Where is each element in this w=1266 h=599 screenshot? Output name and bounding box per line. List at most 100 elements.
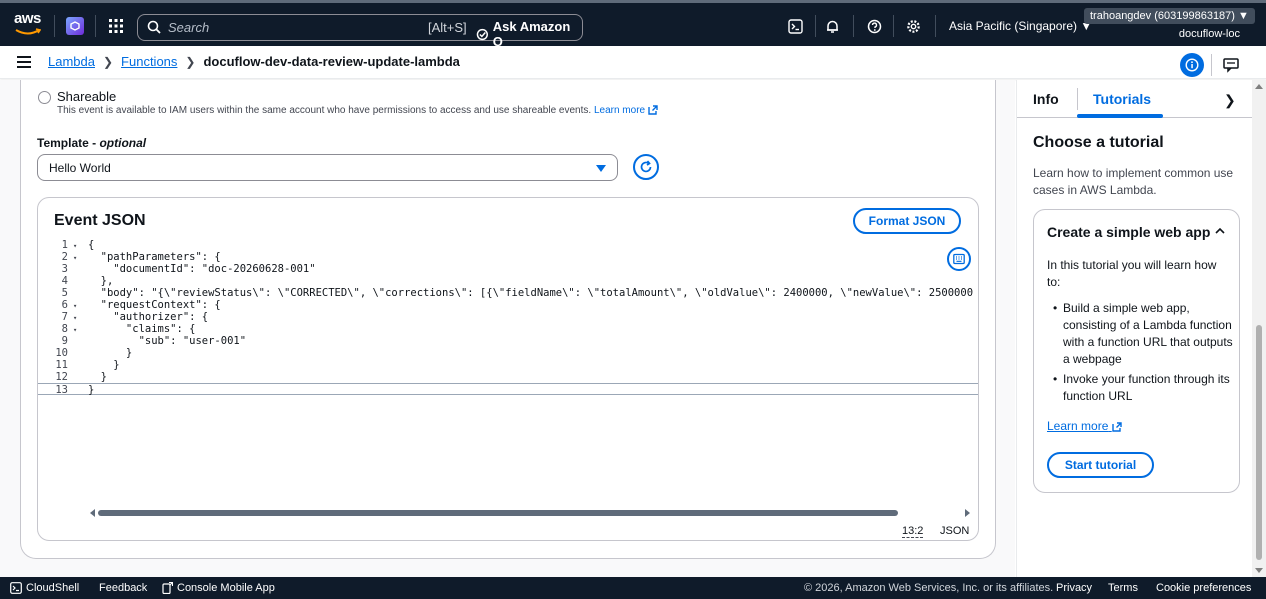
code-line-text: } [88,384,95,396]
privacy-link[interactable]: Privacy [1056,582,1092,594]
code-line[interactable]: 5 "body": "{\"reviewStatus\": \"CORRECTE… [38,287,978,299]
ask-amazon-q-button[interactable]: Ask Amazon Q [476,19,582,49]
line-number: 11 [55,359,68,371]
cookie-preferences-link[interactable]: Cookie preferences [1156,582,1251,594]
code-line-text: "authorizer": { [88,311,209,323]
code-line[interactable]: 11 } [38,359,978,371]
code-line[interactable]: 1 ▾{ [38,239,978,251]
main-content: Shareable This event is available to IAM… [0,80,1015,577]
scroll-right-arrow-icon[interactable] [965,509,970,517]
amazon-q-icon [476,28,488,40]
cloudshell-icon[interactable] [785,16,805,36]
chevron-right-icon: ❯ [102,54,114,69]
refresh-icon [640,160,652,173]
chevron-right-icon: ❯ [185,54,196,69]
editor-language: JSON [940,525,970,537]
terms-link[interactable]: Terms [1108,582,1138,594]
code-line-text: "sub": "user-001" [88,335,247,347]
aws-smile-icon [15,28,41,35]
notifications-bell-icon[interactable] [822,16,842,36]
menu-hamburger-icon[interactable] [17,56,31,68]
code-line[interactable]: 9 "sub": "user-001" [38,335,978,347]
editor-horizontal-scrollbar[interactable] [90,509,970,517]
template-label-text: Template [37,136,89,150]
scroll-thumb[interactable] [98,510,898,516]
feedback-panel-icon[interactable] [1222,56,1240,74]
search-shortcut: [Alt+S] [428,20,467,35]
test-event-card: Shareable This event is available to IAM… [20,80,996,559]
tutorial-intro: Learn how to implement common use cases … [1033,166,1234,197]
cloudshell-button[interactable]: CloudShell [10,582,79,594]
services-grid-icon[interactable] [107,17,125,35]
code-line[interactable]: 3 "documentId": "doc-20260628-001" [38,263,978,275]
console-mobile-app-link[interactable]: Console Mobile App [162,582,275,594]
tutorial-title[interactable]: Create a simple web app [1047,224,1210,240]
caret-down-icon [596,165,606,172]
code-line[interactable]: 10 } [38,347,978,359]
tutorial-card-intro: In this tutorial you will learn how to: [1047,258,1217,289]
line-number: 5 [61,287,68,299]
search-icon [147,20,161,34]
info-panel-toggle-icon[interactable] [1180,53,1204,77]
cloudshell-icon [10,582,22,594]
page-vertical-scrollbar[interactable] [1252,80,1266,577]
tab-tutorials[interactable]: Tutorials [1093,91,1151,107]
scroll-left-arrow-icon[interactable] [90,509,95,517]
tutorial-learn-more-link[interactable]: Learn more [1047,419,1122,433]
template-select-value: Hello World [49,161,111,175]
search-input[interactable]: Search [168,20,209,35]
account-menu[interactable]: trahoangdev (603199863187) ▼ [1084,8,1255,24]
code-line[interactable]: 12 } [38,371,978,383]
help-icon[interactable] [864,16,884,36]
shareable-description: This event is available to IAM users wit… [57,105,658,116]
tab-info[interactable]: Info [1033,91,1059,107]
nav-divider [95,15,96,37]
breadcrumb-functions[interactable]: Functions [121,54,177,69]
account-role-label: docuflow-loc [1178,28,1240,40]
copyright-text: © 2026, Amazon Web Services, Inc. or its… [804,582,1054,594]
cursor-position[interactable]: 13:2 [902,525,924,538]
code-line[interactable]: 6 ▾ "requestContext": { [38,299,978,311]
tab-divider [1077,88,1078,110]
footer: CloudShell Feedback Console Mobile App ©… [0,577,1266,599]
shareable-radio[interactable] [38,91,51,104]
code-line[interactable]: 13} [38,383,978,396]
aws-logo[interactable]: aws [14,11,46,39]
chevron-up-icon[interactable] [1214,225,1226,237]
code-line[interactable]: 7 ▾ "authorizer": { [38,311,978,323]
line-number: 13 [55,384,68,396]
scroll-thumb[interactable] [1256,325,1262,560]
scroll-down-arrow-icon[interactable] [1255,568,1263,573]
code-line-text: "requestContext": { [88,299,221,311]
help-panel-tabs: Info Tutorials ❯ [1017,80,1253,118]
mobile-phone-icon [162,582,173,594]
code-editor[interactable]: 1 ▾{2 ▾ "pathParameters": {3 "documentId":… [38,239,978,396]
settings-gear-icon[interactable] [903,16,923,36]
feedback-link[interactable]: Feedback [99,582,147,594]
scroll-up-arrow-icon[interactable] [1255,84,1263,89]
code-line-text: } [88,347,133,359]
code-line[interactable]: 4 }, [38,275,978,287]
learn-more-label: Learn more [593,105,646,116]
learn-more-label: Learn more [1047,419,1109,433]
line-number: 7 [61,311,68,323]
aws-logo-text: aws [14,10,41,27]
start-tutorial-button[interactable]: Start tutorial [1047,452,1154,478]
format-json-button[interactable]: Format JSON [853,208,961,234]
line-number: 4 [61,275,68,287]
shareable-learn-more-link[interactable]: Learn more [594,105,658,116]
template-select[interactable]: Hello World [37,154,618,181]
region-selector[interactable]: Asia Pacific (Singapore) ▼ [949,19,1092,33]
code-line-text: } [88,371,107,383]
code-line-text: } [88,359,120,371]
service-shortcut-icon[interactable] [66,17,84,35]
search-bar[interactable]: Search [Alt+S] Ask Amazon Q [137,14,583,49]
line-number: 8 [61,323,68,335]
refresh-templates-button[interactable] [633,154,659,180]
help-panel: Info Tutorials ❯ Choose a tutorial Learn… [1016,80,1253,577]
chevron-right-icon[interactable]: ❯ [1224,92,1236,109]
breadcrumb-lambda[interactable]: Lambda [48,54,95,69]
console-mobile-app-label: Console Mobile App [177,582,275,594]
code-line[interactable]: 8 ▾ "claims": { [38,323,978,335]
code-line[interactable]: 2 ▾ "pathParameters": { [38,251,978,263]
